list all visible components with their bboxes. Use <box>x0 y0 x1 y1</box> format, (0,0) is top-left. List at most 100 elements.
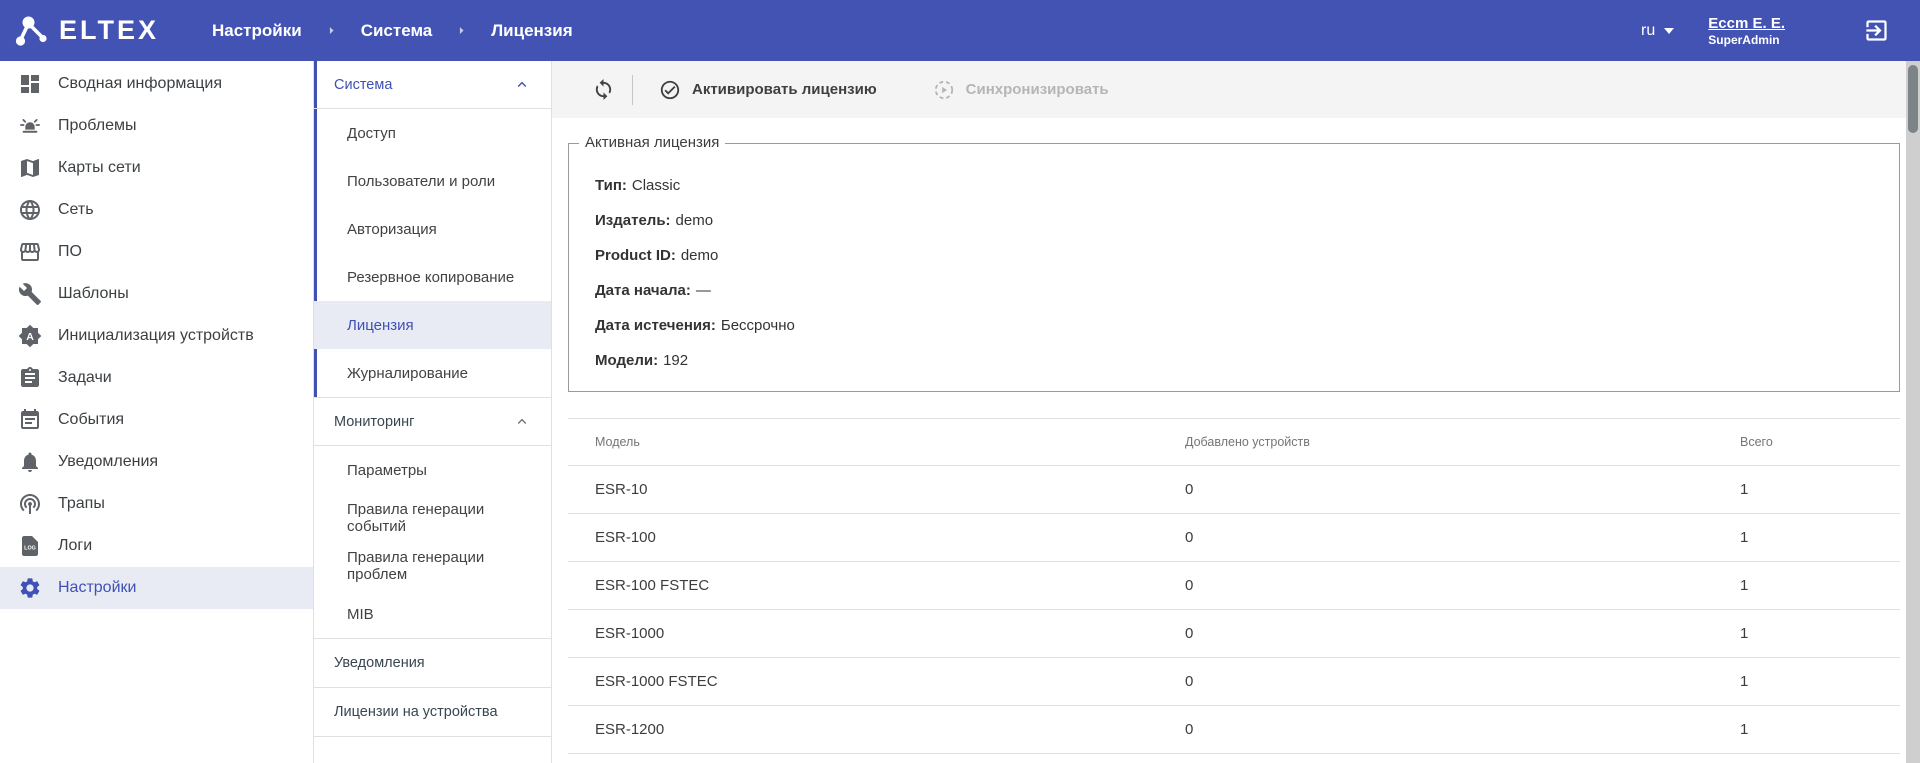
submenu-section-monitoring: Мониторинг Параметры Правила генерации с… <box>314 397 551 638</box>
license-field-models: Модели:192 <box>595 343 1899 378</box>
sidebar-item-label: Уведомления <box>58 453 158 471</box>
table-row[interactable]: ESR-120001 <box>568 706 1900 754</box>
breadcrumb: Настройки Система Лицензия <box>212 21 573 41</box>
sidebar-item-label: ПО <box>58 243 82 261</box>
podcast-icon <box>18 492 42 516</box>
svg-text:LOG: LOG <box>24 546 36 552</box>
activate-license-label: Активировать лицензию <box>692 81 877 98</box>
sidebar-item-network-maps[interactable]: Карты сети <box>0 147 313 189</box>
table-row[interactable]: ESR-1001 <box>568 466 1900 514</box>
settings-submenu: Система Доступ Пользователи и роли Автор… <box>313 61 552 763</box>
sidebar-item-label: Сводная информация <box>58 75 222 93</box>
eltex-molecule-icon <box>14 13 50 49</box>
activate-license-button[interactable]: Активировать лицензию <box>659 79 877 101</box>
breadcrumb-item-settings[interactable]: Настройки <box>212 21 302 41</box>
submenu-section-notifications-header[interactable]: Уведомления <box>314 639 551 687</box>
sidebar-item-label: Настройки <box>58 579 136 597</box>
dashboard-icon <box>18 72 42 96</box>
submenu-item-mib[interactable]: MIB <box>314 590 551 638</box>
submenu-item-backup[interactable]: Резервное копирование <box>314 253 551 301</box>
sidebar-item-notifications[interactable]: Уведомления <box>0 441 313 483</box>
submenu-item-users-roles[interactable]: Пользователи и роли <box>314 157 551 205</box>
sidebar-item-events[interactable]: События <box>0 399 313 441</box>
sidebar-item-templates[interactable]: Шаблоны <box>0 273 313 315</box>
sidebar-item-settings[interactable]: Настройки <box>0 567 313 609</box>
table-row[interactable]: ESR-100 FSTEC01 <box>568 562 1900 610</box>
toolbar: Активировать лицензию Синхронизировать <box>552 61 1906 118</box>
synchronize-label: Синхронизировать <box>966 81 1109 98</box>
sidebar-item-summary[interactable]: Сводная информация <box>0 63 313 105</box>
content-area: Активировать лицензию Синхронизировать А… <box>552 61 1906 763</box>
user-name: Eccm E. E. <box>1708 14 1785 33</box>
sidebar-item-tasks[interactable]: Задачи <box>0 357 313 399</box>
user-role: SuperAdmin <box>1708 33 1785 48</box>
breadcrumb-item-system[interactable]: Система <box>361 21 433 41</box>
sidebar: Сводная информация Проблемы Карты сети С… <box>0 61 313 763</box>
app-root: ELTEX Настройки Система Лицензия ru Eccm… <box>0 0 1920 763</box>
submenu-item-event-rules[interactable]: Правила генерации событий <box>314 494 551 542</box>
submenu-item-logging[interactable]: Журналирование <box>314 349 551 397</box>
table-row[interactable]: ESR-10001 <box>568 514 1900 562</box>
submenu-section-system: Система Доступ Пользователи и роли Автор… <box>314 61 551 397</box>
table-header: Модель Добавлено устройств Всего <box>568 419 1900 466</box>
logout-icon <box>1863 17 1890 44</box>
chevron-right-icon <box>326 25 337 36</box>
breadcrumb-item-license[interactable]: Лицензия <box>491 21 572 41</box>
bell-icon <box>18 450 42 474</box>
sidebar-item-label: Сеть <box>58 201 94 219</box>
submenu-item-authorization[interactable]: Авторизация <box>314 205 551 253</box>
license-field-start-date: Дата начала:— <box>595 273 1899 308</box>
panel-legend: Активная лицензия <box>579 134 725 151</box>
chevron-right-icon <box>456 25 467 36</box>
scrollbar-thumb[interactable] <box>1908 65 1918 133</box>
submenu-item-access[interactable]: Доступ <box>314 109 551 157</box>
refresh-button[interactable] <box>592 78 615 101</box>
license-models-table: Модель Добавлено устройств Всего ESR-100… <box>568 418 1900 754</box>
section-label: Мониторинг <box>334 414 414 430</box>
language-selector[interactable]: ru <box>1641 22 1674 40</box>
submenu-section-device-licenses-header[interactable]: Лицензии на устройства <box>314 688 551 736</box>
sidebar-item-label: Инициализация устройств <box>58 327 254 345</box>
logout-button[interactable] <box>1863 17 1890 44</box>
topbar-right: ru Eccm E. E. SuperAdmin <box>1641 14 1890 48</box>
toolbar-divider <box>632 75 633 105</box>
submenu-item-problem-rules[interactable]: Правила генерации проблем <box>314 542 551 590</box>
sidebar-item-label: Задачи <box>58 369 112 387</box>
license-field-product-id: Product ID:demo <box>595 238 1899 273</box>
eltex-wordmark: ELTEX <box>59 17 159 44</box>
sidebar-item-traps[interactable]: Трапы <box>0 483 313 525</box>
sidebar-item-problems[interactable]: Проблемы <box>0 105 313 147</box>
submenu-section-monitoring-header[interactable]: Мониторинг <box>314 398 551 446</box>
submenu-item-license[interactable]: Лицензия <box>314 301 551 349</box>
sidebar-item-network[interactable]: Сеть <box>0 189 313 231</box>
synchronize-button[interactable]: Синхронизировать <box>933 79 1109 101</box>
sidebar-item-software[interactable]: ПО <box>0 231 313 273</box>
submenu-section-device-licenses: Лицензии на устройства <box>314 687 551 737</box>
check-circle-icon <box>659 79 681 101</box>
submenu-section-notifications: Уведомления <box>314 638 551 687</box>
topbar: ELTEX Настройки Система Лицензия ru Eccm… <box>0 0 1920 61</box>
license-field-expiry-date: Дата истечения:Бессрочно <box>595 308 1899 343</box>
siren-icon <box>18 114 42 138</box>
sidebar-item-label: Шаблоны <box>58 285 129 303</box>
caret-down-icon <box>1664 28 1674 34</box>
sidebar-item-device-init[interactable]: A Инициализация устройств <box>0 315 313 357</box>
log-file-icon: LOG <box>18 534 42 558</box>
vertical-scrollbar[interactable] <box>1906 61 1920 763</box>
submenu-item-parameters[interactable]: Параметры <box>314 446 551 494</box>
eltex-logo[interactable]: ELTEX <box>14 13 186 49</box>
map-icon <box>18 156 42 180</box>
gear-icon <box>18 576 42 600</box>
column-added-devices: Добавлено устройств <box>1185 435 1740 449</box>
license-field-type: Тип:Classic <box>595 168 1899 203</box>
calendar-icon <box>18 408 42 432</box>
globe-icon <box>18 198 42 222</box>
column-total: Всего <box>1740 435 1900 449</box>
chevron-up-icon <box>515 78 529 92</box>
table-row[interactable]: ESR-100001 <box>568 610 1900 658</box>
submenu-section-system-header[interactable]: Система <box>314 61 551 109</box>
user-menu[interactable]: Eccm E. E. SuperAdmin <box>1708 14 1785 48</box>
svg-text:A: A <box>26 331 34 343</box>
sidebar-item-logs[interactable]: LOG Логи <box>0 525 313 567</box>
table-row[interactable]: ESR-1000 FSTEC01 <box>568 658 1900 706</box>
